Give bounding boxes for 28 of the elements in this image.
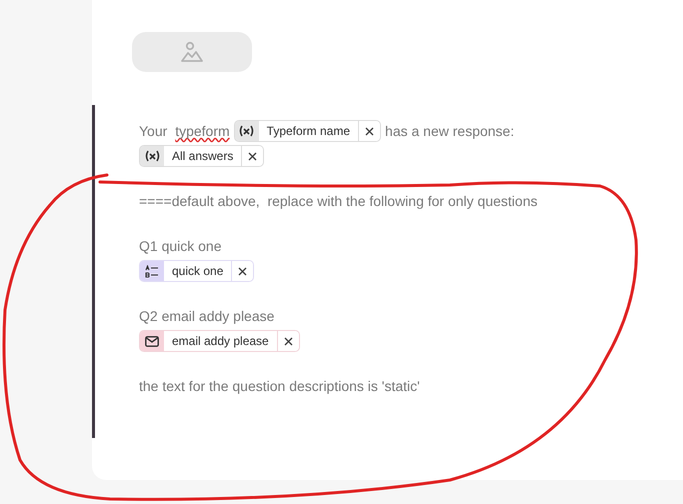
message-text: has a new response: xyxy=(385,123,514,139)
message-text: Q2 email addy please xyxy=(139,308,274,324)
field-chip[interactable]: quick one xyxy=(139,260,254,282)
chip-label: quick one xyxy=(171,263,224,280)
remove-chip-button[interactable] xyxy=(241,146,264,166)
field-chip[interactable]: email addy please xyxy=(139,330,300,352)
variable-icon xyxy=(144,150,160,162)
short-text-icon xyxy=(145,264,159,278)
remove-chip-button[interactable] xyxy=(276,331,299,351)
chip-label: All answers xyxy=(171,148,234,165)
remove-chip-button[interactable] xyxy=(358,121,380,141)
envelope-icon xyxy=(145,336,159,346)
picture-icon xyxy=(180,41,204,63)
message-text: ====default above, replace with the following for only questions xyxy=(139,193,538,209)
message-text: the text for the question descriptions is 'static' xyxy=(139,378,420,394)
close-icon xyxy=(238,266,248,276)
message-text: Your xyxy=(139,123,168,139)
chip-label: email addy please xyxy=(171,333,270,350)
chip-label: Typeform name xyxy=(266,123,352,140)
message-text: typeform xyxy=(175,123,230,139)
remove-chip-button[interactable] xyxy=(231,261,254,281)
field-chip[interactable]: Typeform name xyxy=(234,120,382,142)
message-text: Q1 quick one xyxy=(139,238,222,254)
variable-icon xyxy=(239,125,254,137)
close-icon xyxy=(248,152,258,160)
field-chip[interactable]: All answers xyxy=(139,145,264,167)
close-icon xyxy=(365,126,374,136)
close-icon xyxy=(284,336,293,346)
